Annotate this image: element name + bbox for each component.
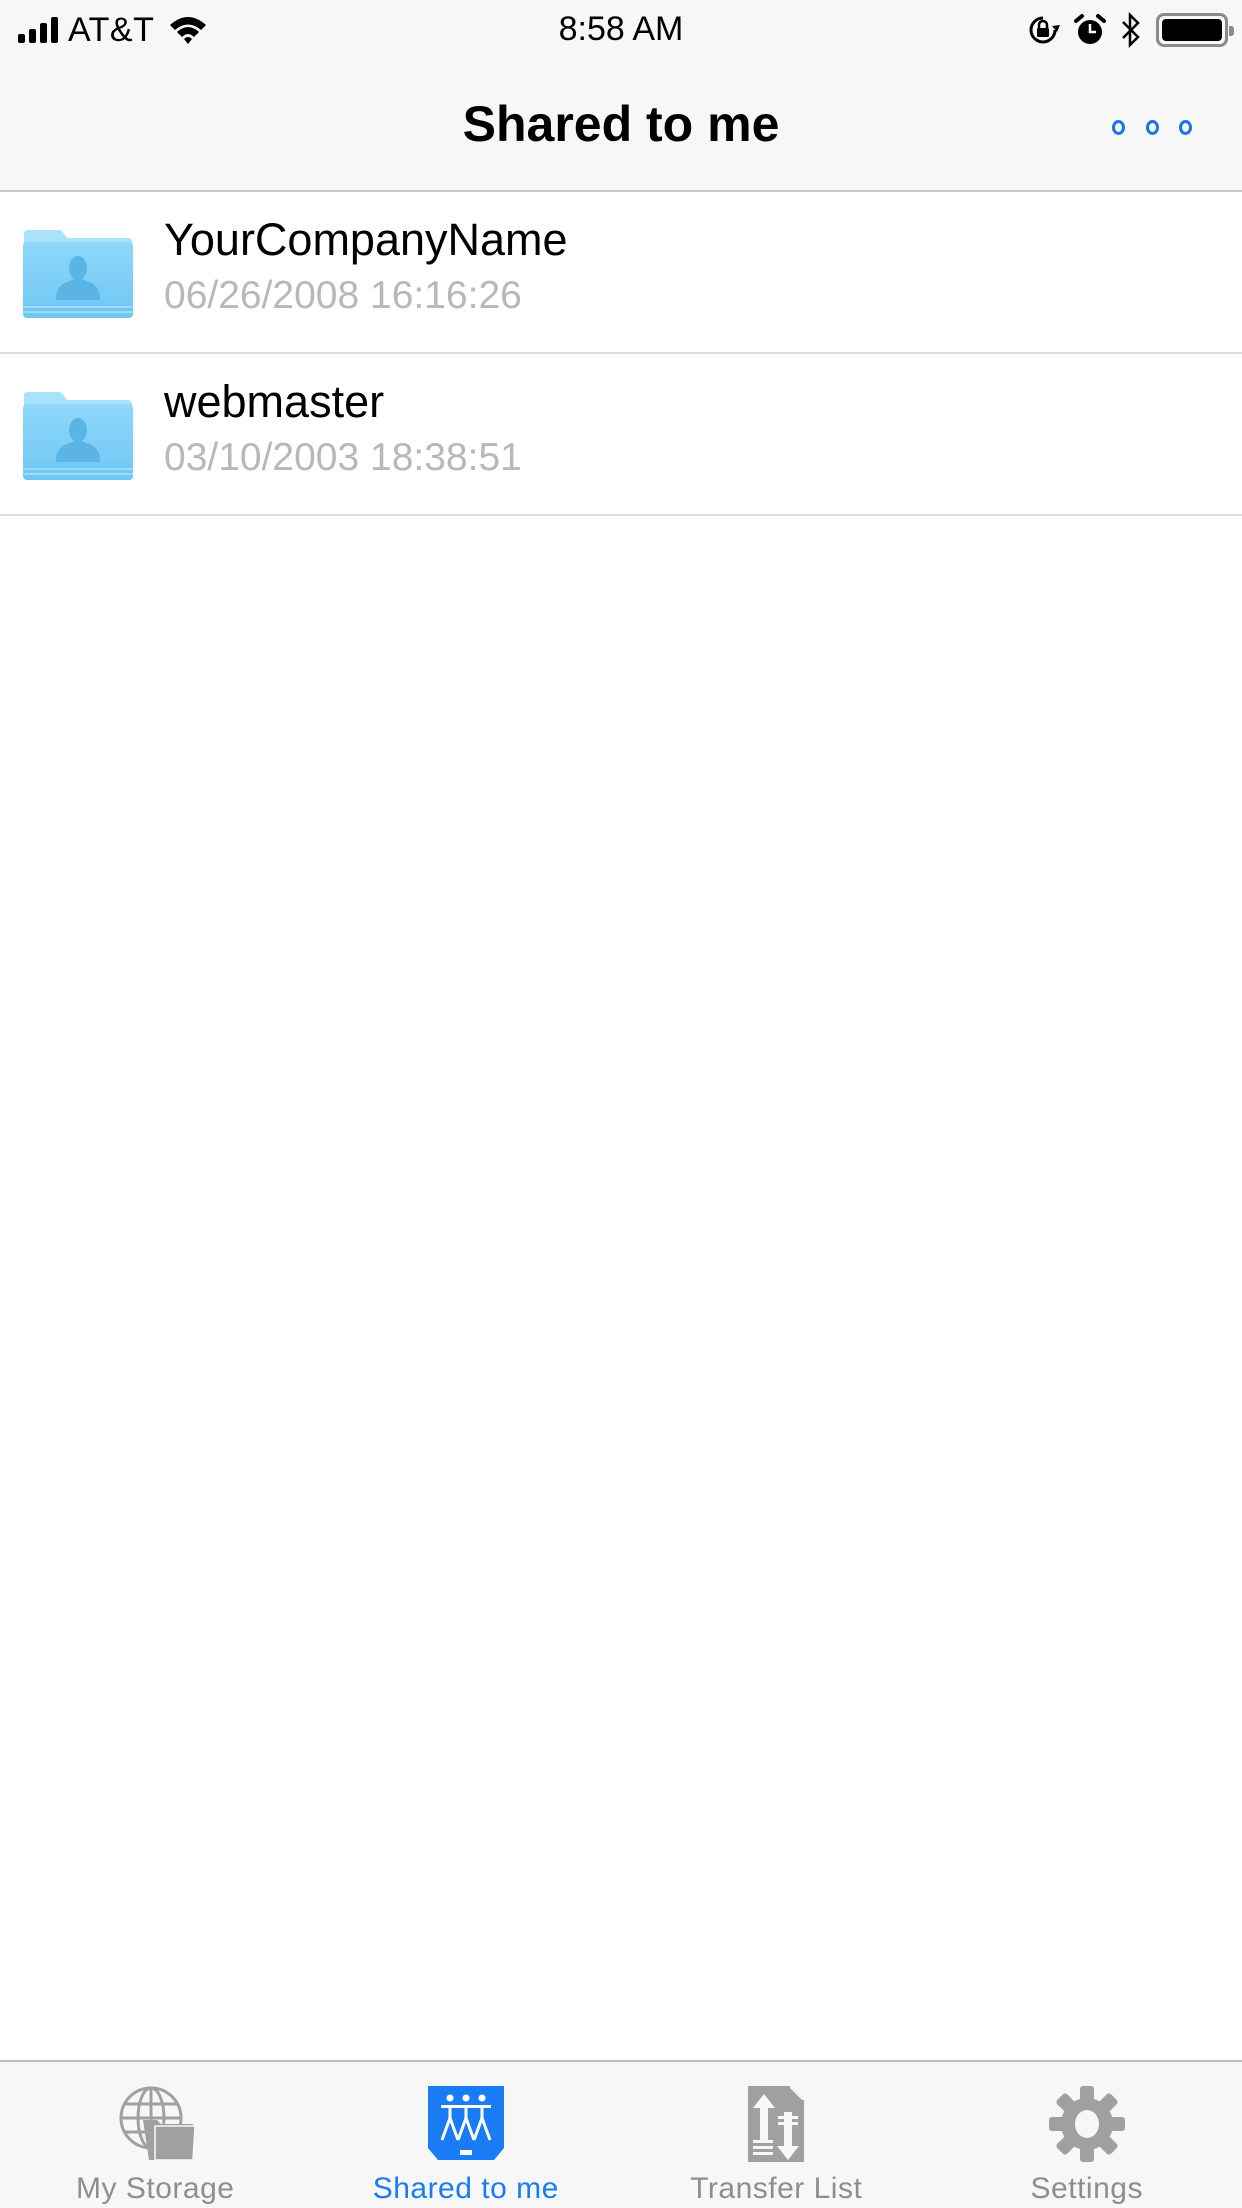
- user-folder-icon: [23, 392, 133, 480]
- status-right: [1026, 10, 1234, 50]
- page-title: Shared to me: [462, 96, 780, 152]
- tab-bar: My Storage Shared to me Transfer List Se…: [0, 2060, 1242, 2208]
- more-options-button[interactable]: [1112, 112, 1192, 142]
- navigation-bar: Shared to me: [0, 60, 1242, 192]
- shared-people-icon: [427, 2086, 504, 2160]
- tab-label: My Storage: [76, 2172, 235, 2205]
- list-item[interactable]: webmaster 03/10/2003 18:38:51: [0, 354, 1242, 516]
- folder-date: 03/10/2003 18:38:51: [164, 436, 522, 479]
- tab-shared-to-me[interactable]: Shared to me: [311, 2062, 622, 2208]
- tab-label: Shared to me: [372, 2172, 559, 2205]
- list-item[interactable]: YourCompanyName 06/26/2008 16:16:26: [0, 192, 1242, 354]
- tab-label: Settings: [1030, 2172, 1143, 2205]
- more-dots-icon: [1112, 119, 1125, 135]
- folder-name: webmaster: [164, 376, 385, 427]
- status-bar: AT&T 8:58 AM: [0, 0, 1242, 60]
- rotation-lock-icon: [1029, 16, 1060, 44]
- alarm-icon: [1074, 14, 1106, 44]
- transfer-document-icon: [748, 2086, 805, 2162]
- battery-icon: [1156, 13, 1234, 47]
- user-folder-icon: [23, 230, 133, 318]
- bluetooth-icon: [1122, 12, 1140, 48]
- gear-icon: [1048, 2086, 1125, 2162]
- tab-my-storage[interactable]: My Storage: [0, 2062, 311, 2208]
- shared-folder-list: YourCompanyName 06/26/2008 16:16:26 webm…: [0, 192, 1242, 516]
- globe-folder-icon: [119, 2086, 197, 2161]
- tab-label: Transfer List: [690, 2172, 863, 2205]
- folder-name: YourCompanyName: [164, 214, 568, 265]
- more-dots-icon: [1145, 119, 1159, 135]
- tab-settings[interactable]: Settings: [932, 2062, 1242, 2208]
- tab-transfer-list[interactable]: Transfer List: [621, 2062, 932, 2208]
- more-dots-icon: [1179, 119, 1192, 135]
- folder-date: 06/26/2008 16:16:26: [164, 274, 522, 317]
